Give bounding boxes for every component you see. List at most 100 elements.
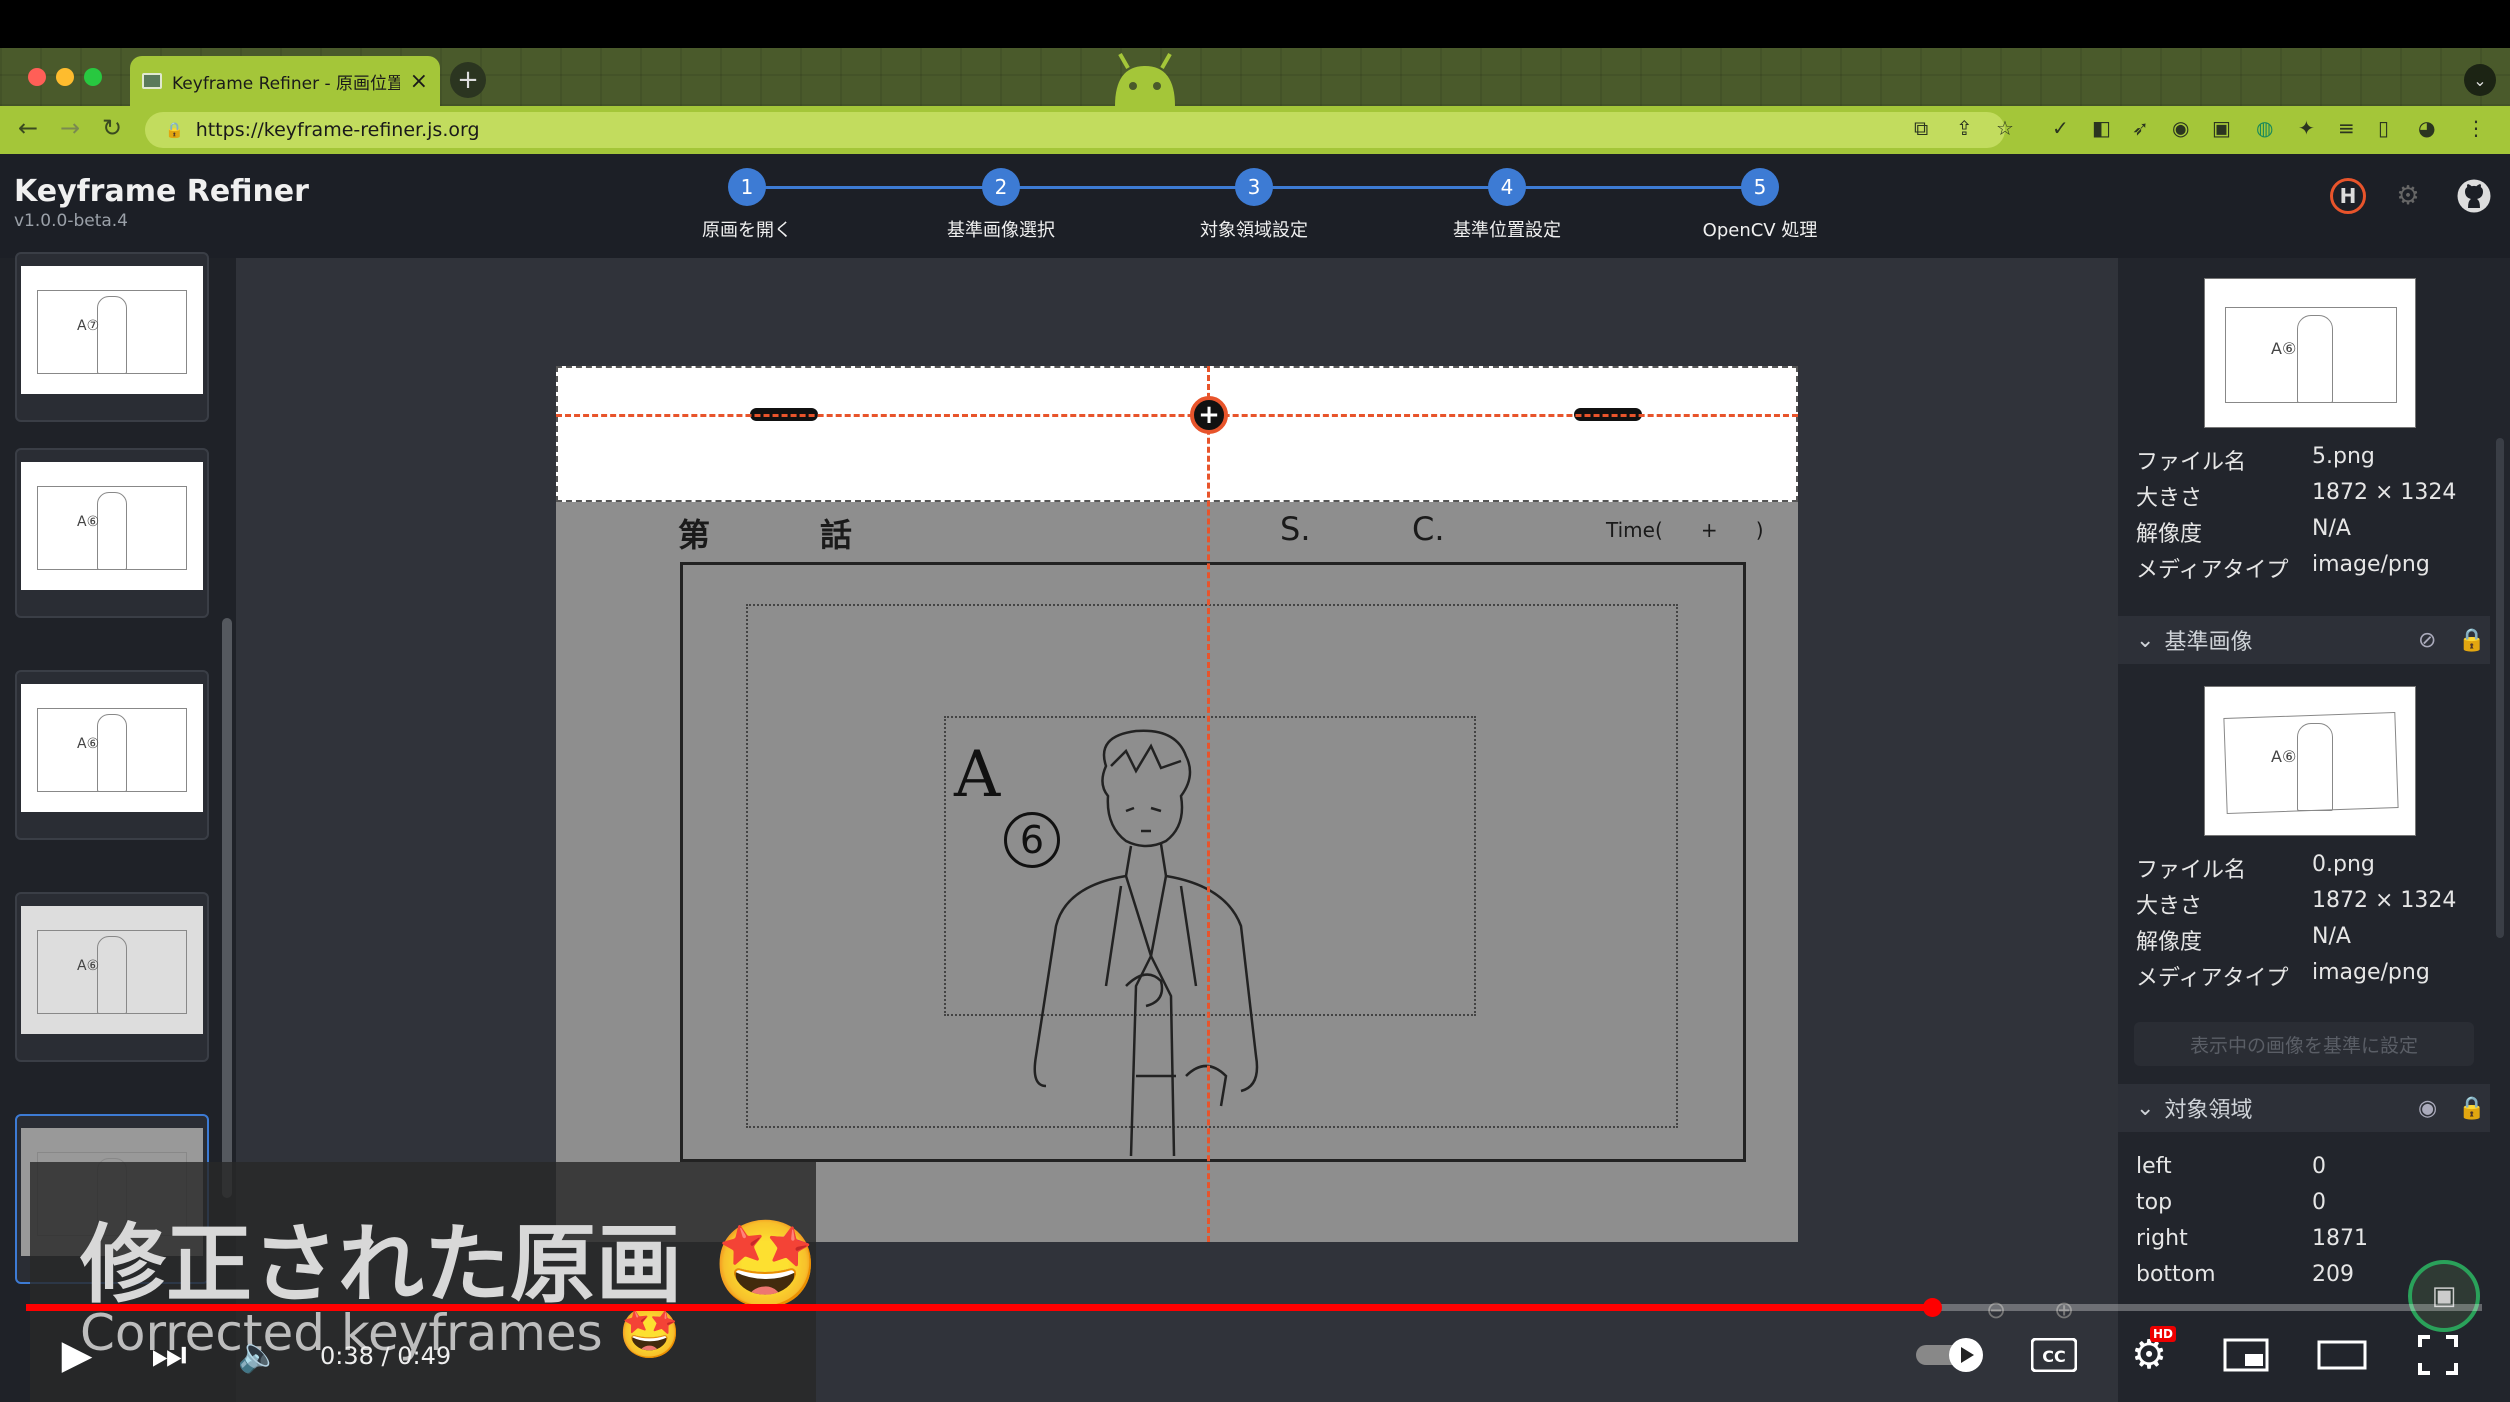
extension-translate-icon[interactable]: ◧ — [2092, 116, 2111, 140]
close-window-button[interactable] — [28, 68, 46, 86]
settings-gear-icon[interactable]: ⚙ — [2388, 176, 2428, 216]
base-filename-row: ファイル名 0.png — [2136, 852, 2375, 883]
extension-record-icon[interactable]: ◉ — [2172, 116, 2189, 140]
target-right-row: right 1871 — [2136, 1226, 2368, 1251]
sheet-scene-label: S. — [1280, 510, 1311, 548]
base-mediatype-row: メディアタイプ image/png — [2136, 960, 2430, 991]
thumbnail-item[interactable]: A⑥ — [15, 448, 209, 618]
step-5[interactable]: 5 OpenCV 処理 — [1660, 168, 1860, 242]
next-video-button[interactable]: ⏭ — [144, 1330, 194, 1380]
zoom-window-button[interactable] — [84, 68, 102, 86]
tab-title: Keyframe Refiner - 原画位置合 — [172, 73, 400, 94]
chevron-down-icon: ⌄ — [2136, 1095, 2155, 1121]
hd-badge: HD — [2150, 1326, 2177, 1342]
thumbnail-item[interactable]: A⑦ — [15, 252, 209, 422]
step-5-label: OpenCV 処理 — [1702, 220, 1818, 241]
base-image-preview: A⑥ — [2204, 686, 2416, 836]
miniplayer-icon[interactable] — [2218, 1330, 2274, 1380]
brand: Keyframe Refiner v1.0.0-beta.4 — [14, 174, 309, 231]
letterbox-top — [0, 0, 2510, 48]
browser-tab[interactable]: Keyframe Refiner - 原画位置合 × — [130, 56, 440, 106]
base-size-row: 大きさ 1872 × 1324 — [2136, 888, 2457, 919]
app-title: Keyframe Refiner — [14, 174, 309, 209]
browser-address-bar: ← → ↻ 🔒 https://keyframe-refiner.js.org … — [0, 106, 2510, 154]
extension-rocket-icon[interactable]: ➶ — [2132, 116, 2149, 140]
tab-close-icon[interactable]: × — [410, 69, 428, 94]
tab-favicon-icon — [142, 73, 162, 89]
step-3[interactable]: 3 対象領域設定 — [1154, 168, 1354, 242]
current-filename-row: ファイル名 5.png — [2136, 444, 2375, 475]
thumbnail-scrollbar[interactable] — [222, 618, 232, 1198]
thumbnail-item[interactable]: A⑥ — [15, 670, 209, 840]
browser-tab-bar: Keyframe Refiner - 原画位置合 × + ⌄ — [0, 48, 2510, 106]
app-header: Keyframe Refiner v1.0.0-beta.4 1 原画を開く 2… — [0, 154, 2510, 258]
vertical-guide-line — [1207, 366, 1210, 1242]
step-1[interactable]: 1 原画を開く — [647, 168, 847, 242]
play-button[interactable]: ▶ — [52, 1330, 102, 1380]
subtitle-japanese: 修正された原画 🤩 — [80, 1215, 820, 1315]
lock-icon: 🔒 — [165, 121, 184, 139]
target-left-row: left 0 — [2136, 1154, 2326, 1179]
eye-icon[interactable]: ◉ — [2418, 1096, 2437, 1121]
current-image-preview: A⑥ — [2204, 278, 2416, 428]
extension-grammarly-icon[interactable]: ◍ — [2256, 116, 2273, 140]
svg-text:CC: CC — [2042, 1347, 2065, 1366]
base-resolution-row: 解像度 N/A — [2136, 924, 2351, 955]
theater-mode-icon[interactable] — [2314, 1330, 2370, 1380]
eye-off-icon[interactable]: ⊘ — [2418, 628, 2436, 653]
step-1-number: 1 — [728, 168, 766, 206]
android-logo-icon — [1115, 53, 1175, 106]
step-4[interactable]: 4 基準位置設定 — [1407, 168, 1607, 242]
lock-icon[interactable]: 🔒 — [2458, 628, 2485, 653]
step-4-label: 基準位置設定 — [1453, 220, 1561, 241]
back-arrow-icon[interactable]: ← — [18, 114, 38, 142]
fullscreen-icon[interactable] — [2410, 1330, 2466, 1380]
reload-icon[interactable]: ↻ — [102, 114, 122, 142]
lock-icon[interactable]: 🔒 — [2458, 1096, 2485, 1121]
base-image-section-header[interactable]: ⌄ 基準画像 ⊘ 🔒 — [2118, 616, 2490, 664]
thumbnail-item[interactable]: A⑥ — [15, 892, 209, 1062]
volume-icon[interactable]: 🔈 — [234, 1330, 284, 1380]
extensions-puzzle-icon[interactable]: ✦ — [2298, 116, 2315, 140]
url-field[interactable]: 🔒 https://keyframe-refiner.js.org — [145, 112, 2005, 148]
step-1-label: 原画を開く — [702, 220, 792, 241]
share-icon[interactable]: ⇪ — [1956, 116, 1973, 140]
video-progress-handle[interactable] — [1922, 1298, 1942, 1317]
character-sketch — [1033, 729, 1259, 1156]
autoplay-toggle[interactable] — [1916, 1330, 1986, 1380]
info-panel-scrollbar[interactable] — [2496, 438, 2504, 938]
profile-avatar-icon[interactable]: ◕ — [2418, 116, 2435, 140]
captions-icon[interactable]: CC — [2026, 1330, 2082, 1380]
browser-menu-icon[interactable]: ⋮ — [2466, 116, 2486, 140]
target-region[interactable] — [556, 366, 1798, 502]
target-top-row: top 0 — [2136, 1190, 2326, 1215]
set-current-as-base-button[interactable]: 表示中の画像を基準に設定 — [2134, 1022, 2474, 1066]
open-external-icon[interactable]: ⧉ — [1914, 116, 1928, 140]
reading-list-icon[interactable]: ≡ — [2338, 116, 2355, 140]
horizontal-guide-line — [556, 414, 1798, 417]
step-2[interactable]: 2 基準画像選択 — [901, 168, 1101, 242]
extension-notion-icon[interactable]: ▣ — [2212, 116, 2231, 140]
target-area-section-header[interactable]: ⌄ 対象領域 ◉ 🔒 — [2118, 1084, 2490, 1132]
current-mediatype-row: メディアタイプ image/png — [2136, 552, 2430, 583]
save-fab-button[interactable]: ▣ — [2408, 1260, 2480, 1332]
extension-check-icon[interactable]: ✓ — [2052, 116, 2069, 140]
side-panel-icon[interactable]: ▯ — [2378, 116, 2389, 140]
new-tab-button[interactable]: + — [450, 62, 486, 98]
video-progress-bar[interactable] — [26, 1298, 2482, 1317]
sheet-time-label: Time( + ) — [1606, 518, 1764, 542]
bookmark-star-icon[interactable]: ☆ — [1996, 116, 2014, 140]
github-icon[interactable] — [2454, 176, 2494, 216]
help-h-icon[interactable]: H — [2330, 178, 2366, 214]
target-bottom-row: bottom 209 — [2136, 1262, 2354, 1287]
minimize-window-button[interactable] — [56, 68, 74, 86]
forward-arrow-icon[interactable]: → — [60, 114, 80, 142]
chevron-down-icon: ⌄ — [2136, 627, 2155, 653]
step-4-number: 4 — [1488, 168, 1526, 206]
base-image-section-title: 基準画像 — [2164, 630, 2253, 655]
sheet-episode-label: 第 — [678, 516, 711, 554]
tab-search-chevron-icon[interactable]: ⌄ — [2464, 64, 2496, 96]
video-progress-fill — [26, 1304, 1932, 1311]
crosshair-anchor-icon[interactable]: + — [1190, 396, 1228, 434]
current-size-row: 大きさ 1872 × 1324 — [2136, 480, 2457, 511]
